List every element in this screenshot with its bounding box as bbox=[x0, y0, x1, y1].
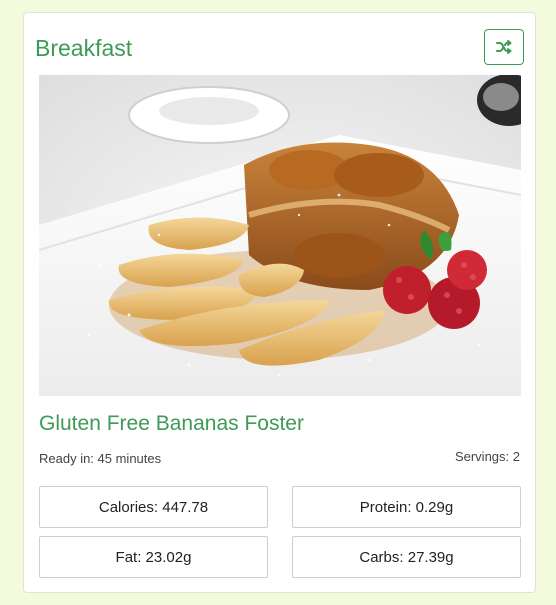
fat-stat: Fat: 23.02g bbox=[39, 536, 268, 578]
shuffle-button[interactable] bbox=[484, 29, 524, 65]
calories-stat: Calories: 447.78 bbox=[39, 486, 268, 528]
recipe-title[interactable]: Gluten Free Bananas Foster bbox=[39, 411, 304, 437]
shuffle-icon bbox=[496, 40, 512, 54]
recipe-image bbox=[39, 75, 521, 396]
meal-type-title: Breakfast bbox=[35, 35, 133, 61]
carbs-stat: Carbs: 27.39g bbox=[292, 536, 521, 578]
servings: Servings: 2 bbox=[454, 449, 520, 464]
ready-time: Ready in: 45 minutes bbox=[39, 451, 162, 466]
protein-stat: Protein: 0.29g bbox=[292, 486, 521, 528]
meal-card: Breakfast Gluten Free Bananas Foster Rea… bbox=[23, 12, 536, 593]
